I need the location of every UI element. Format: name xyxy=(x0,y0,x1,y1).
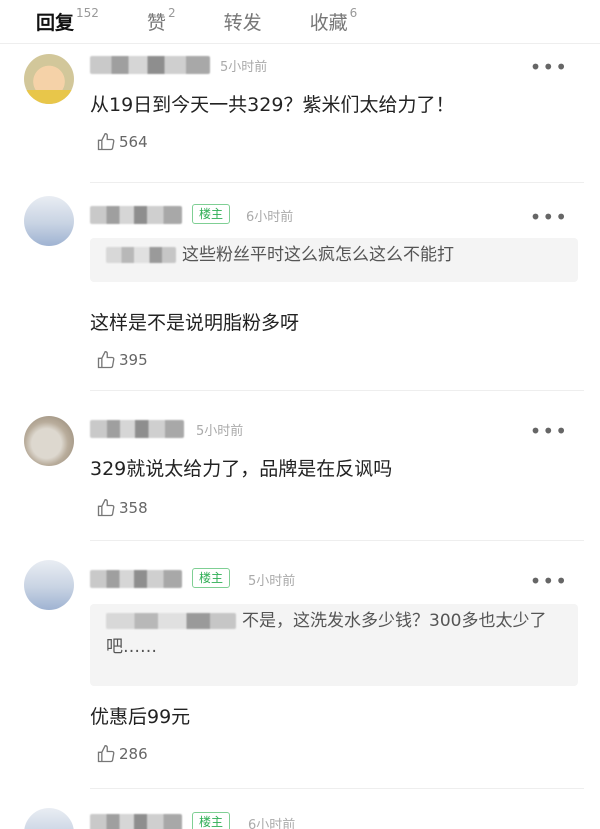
tab-replies-label: 回复 xyxy=(36,11,75,34)
comment-item: 5小时前 ••• 329就说太给力了，品牌是在反讽吗 358 xyxy=(0,398,600,538)
more-dots-icon[interactable]: ••• xyxy=(530,57,568,77)
comment-text: 这样是不是说明脂粉多呀 xyxy=(90,312,300,334)
thumbs-up-icon xyxy=(97,132,115,151)
tab-likes[interactable]: 赞2 xyxy=(147,0,176,43)
comment-time: 5小时前 xyxy=(248,574,296,589)
tab-replies[interactable]: 回复 152 xyxy=(36,0,99,43)
username-blurred[interactable] xyxy=(90,570,182,588)
tab-reposts[interactable]: 转发 xyxy=(224,0,262,43)
like-count: 564 xyxy=(119,133,148,151)
op-badge: 楼主 xyxy=(192,568,231,588)
quoted-username-blurred xyxy=(106,247,176,263)
like-count: 358 xyxy=(119,499,148,517)
thumbs-up-icon xyxy=(97,744,115,763)
quoted-reply[interactable]: 不是，这洗发水多少钱？300多也太少了吧…… xyxy=(90,604,578,686)
like-button[interactable]: 395 xyxy=(96,350,148,370)
username-blurred[interactable] xyxy=(90,56,210,74)
avatar[interactable] xyxy=(24,416,74,466)
comment-text: 从19日到今天一共329？紫米们太给力了！ xyxy=(90,94,455,116)
comment-text: 优惠后99元 xyxy=(90,706,191,728)
divider xyxy=(90,540,584,541)
tab-bar: 回复 152 赞2 转发 收藏 6 xyxy=(0,0,600,44)
comment-time: 5小时前 xyxy=(196,424,244,439)
username-blurred[interactable] xyxy=(90,420,184,438)
tab-likes-label: 赞 xyxy=(146,11,166,34)
comment-time: 6小时前 xyxy=(246,210,294,225)
tab-replies-count: 152 xyxy=(76,6,99,20)
quoted-username-blurred xyxy=(106,613,236,629)
thumbs-up-icon xyxy=(97,350,115,369)
op-badge: 楼主 xyxy=(192,204,231,224)
like-button[interactable]: 358 xyxy=(96,498,148,518)
tab-favorites-count: 6 xyxy=(349,6,358,20)
tab-favorites-label: 收藏 xyxy=(309,11,348,34)
comment-time: 5小时前 xyxy=(220,60,268,75)
op-badge: 楼主 xyxy=(192,812,231,829)
divider xyxy=(90,788,584,789)
comment-time: 6小时前 xyxy=(248,818,296,829)
comment-item: 楼主 6小时前 xyxy=(0,796,600,829)
comment-item: 5小时前 ••• 从19日到今天一共329？紫米们太给力了！ 564 xyxy=(0,44,600,182)
comment-text: 329就说太给力了，品牌是在反讽吗 xyxy=(90,458,393,480)
comment-item: 楼主 5小时前 ••• 不是，这洗发水多少钱？300多也太少了吧…… 优惠后99… xyxy=(0,548,600,786)
avatar[interactable] xyxy=(24,54,74,104)
tab-likes-count: 2 xyxy=(167,6,176,20)
avatar[interactable] xyxy=(24,196,74,246)
like-count: 395 xyxy=(119,351,148,369)
username-blurred[interactable] xyxy=(90,206,182,224)
more-dots-icon[interactable]: ••• xyxy=(530,421,568,441)
more-dots-icon[interactable]: ••• xyxy=(530,571,568,591)
quoted-reply[interactable]: 这些粉丝平时这么疯怎么这么不能打 xyxy=(90,238,578,282)
divider xyxy=(90,390,584,391)
comment-item: 楼主 6小时前 ••• 这些粉丝平时这么疯怎么这么不能打 这样是不是说明脂粉多呀… xyxy=(0,190,600,390)
username-blurred[interactable] xyxy=(90,814,182,829)
avatar[interactable] xyxy=(24,808,74,829)
like-button[interactable]: 286 xyxy=(96,744,148,764)
more-dots-icon[interactable]: ••• xyxy=(530,207,568,227)
like-count: 286 xyxy=(119,745,148,763)
like-button[interactable]: 564 xyxy=(96,132,148,152)
tab-reposts-label: 转发 xyxy=(223,11,262,34)
avatar[interactable] xyxy=(24,560,74,610)
tab-favorites[interactable]: 收藏 6 xyxy=(310,0,358,43)
divider xyxy=(90,182,584,183)
quoted-text: 这些粉丝平时这么疯怎么这么不能打 xyxy=(182,245,454,265)
thumbs-up-icon xyxy=(97,498,115,517)
